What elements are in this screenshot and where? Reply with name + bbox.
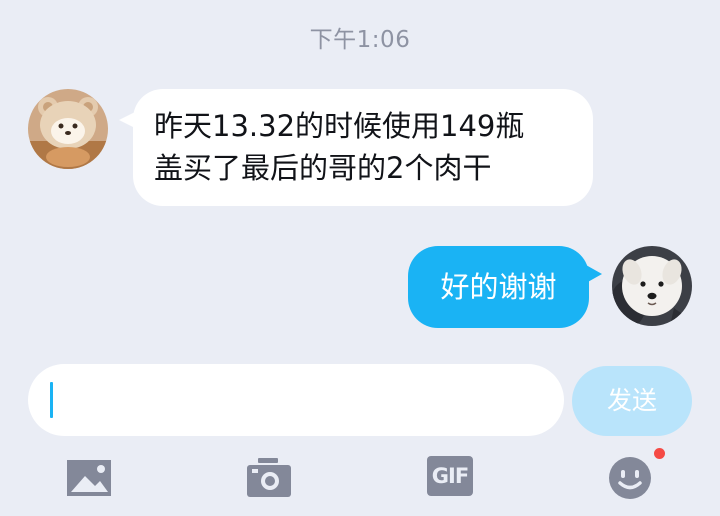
notification-dot: [654, 448, 665, 459]
bubble-tail: [586, 265, 602, 283]
camera-icon: [247, 458, 291, 497]
message-timestamp: 下午1:06: [309, 27, 411, 53]
contact-avatar[interactable]: [28, 89, 108, 169]
emoji-icon: [609, 457, 651, 499]
message-input[interactable]: [28, 364, 564, 436]
gif-icon: GIF: [427, 456, 473, 496]
text-cursor: [50, 382, 53, 418]
gif-button[interactable]: GIF: [427, 456, 475, 500]
bear-hat-cat-avatar: [28, 89, 108, 169]
emoji-button[interactable]: [606, 456, 654, 500]
send-button[interactable]: 发送: [572, 366, 692, 436]
my-avatar[interactable]: [612, 246, 692, 326]
outgoing-message-bubble[interactable]: 好的谢谢: [408, 246, 589, 328]
image-icon: [67, 460, 111, 496]
white-puppy-avatar: [612, 246, 692, 326]
incoming-message-bubble[interactable]: 昨天13.32的时候使用149瓶 盖买了最后的哥的2个肉干: [133, 89, 593, 206]
image-button[interactable]: [66, 456, 114, 500]
camera-button[interactable]: [246, 456, 294, 500]
